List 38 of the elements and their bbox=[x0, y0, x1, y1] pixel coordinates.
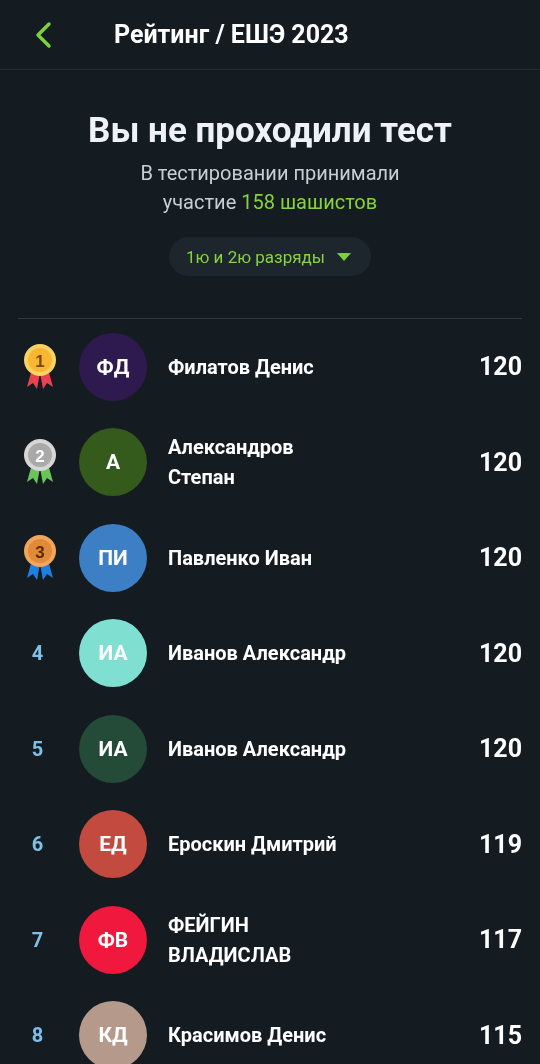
player-score: 120 bbox=[478, 638, 522, 668]
player-name: Иванов Александр bbox=[168, 735, 347, 763]
screen-title: Рейтинг / ЕШЭ 2023 bbox=[114, 20, 349, 49]
player-name: Александров Степан bbox=[168, 434, 295, 492]
rank-number: 6 bbox=[31, 832, 44, 857]
caret-icon bbox=[337, 252, 352, 261]
rank-number: 4 bbox=[31, 641, 44, 666]
rank-number: 7 bbox=[31, 927, 44, 952]
participants-text: В тестировании принимали участие 158 шашистов bbox=[139, 160, 401, 216]
rank-number: 8 bbox=[31, 1023, 44, 1048]
avatar-initials: ФД bbox=[79, 332, 147, 401]
player-name: ФЕЙГИН ВЛАДИСЛАВ bbox=[168, 911, 293, 969]
player-name: Филатов Денис bbox=[168, 353, 315, 381]
rank-number: 5 bbox=[31, 736, 44, 761]
avatar-initials: ЕД bbox=[79, 810, 147, 879]
status-heading: Вы не проходили тест bbox=[88, 110, 452, 151]
player-name: Павленко Иван bbox=[168, 544, 313, 572]
avatar-initials: КД bbox=[79, 1001, 147, 1064]
player-score: 120 bbox=[478, 447, 522, 477]
player-name: Ероскин Дмитрий bbox=[168, 831, 338, 859]
player-score: 120 bbox=[478, 734, 522, 764]
player-score: 115 bbox=[478, 1020, 522, 1050]
category-dropdown[interactable]: 1ю и 2ю разряды bbox=[168, 237, 372, 276]
player-score: 120 bbox=[478, 543, 522, 573]
player-score: 120 bbox=[478, 352, 522, 382]
avatar-initials: ИА bbox=[79, 619, 147, 688]
avatar-initials: А bbox=[79, 428, 147, 497]
player-score: 119 bbox=[478, 829, 522, 859]
medal-rank: 2 bbox=[34, 446, 45, 466]
player-name: Красимов Денис bbox=[168, 1022, 328, 1050]
medal-rank: 1 bbox=[34, 351, 45, 371]
medal-rank: 3 bbox=[34, 542, 45, 562]
avatar-initials: ИА bbox=[79, 714, 147, 783]
avatar-initials: ФВ bbox=[79, 905, 147, 974]
player-name: Иванов Александр bbox=[168, 640, 347, 668]
player-score: 117 bbox=[478, 925, 522, 955]
back-icon[interactable] bbox=[34, 20, 52, 49]
avatar-initials: ПИ bbox=[79, 523, 147, 592]
